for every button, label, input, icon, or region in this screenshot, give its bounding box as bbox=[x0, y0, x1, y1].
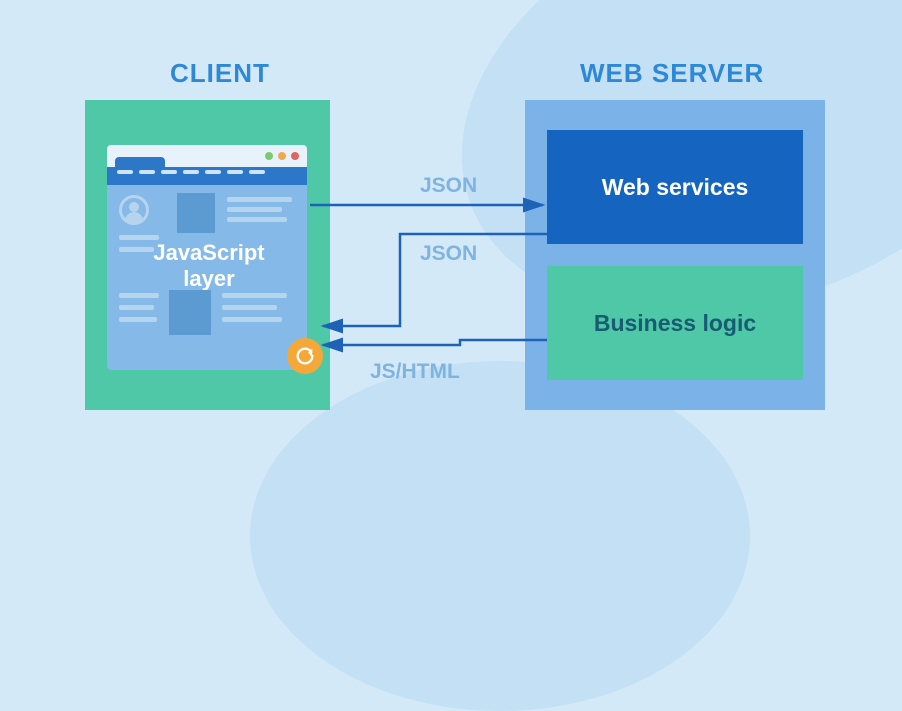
server-box: Web services Business logic bbox=[525, 100, 825, 410]
window-dot-green bbox=[265, 152, 273, 160]
architecture-diagram: CLIENT WEB SERVER JavaScript lay bbox=[0, 0, 902, 511]
refresh-icon bbox=[287, 338, 323, 374]
client-box: JavaScript layer bbox=[85, 100, 330, 410]
content-block bbox=[177, 193, 215, 233]
avatar-icon bbox=[119, 195, 149, 225]
arrow-label-jshtml: JS/HTML bbox=[370, 360, 460, 384]
client-title: CLIENT bbox=[170, 58, 270, 89]
arrow-label-json-out: JSON bbox=[420, 174, 477, 198]
javascript-layer-label: JavaScript layer bbox=[149, 240, 269, 293]
content-block bbox=[169, 290, 211, 335]
browser-mockup: JavaScript layer bbox=[107, 145, 307, 370]
server-title: WEB SERVER bbox=[580, 58, 764, 89]
browser-content: JavaScript layer bbox=[107, 185, 307, 360]
web-services-box: Web services bbox=[547, 130, 803, 244]
browser-tabbar bbox=[107, 167, 307, 185]
window-dot-orange bbox=[278, 152, 286, 160]
window-dot-red bbox=[291, 152, 299, 160]
arrow-label-json-in: JSON bbox=[420, 242, 477, 266]
business-logic-box: Business logic bbox=[547, 266, 803, 380]
